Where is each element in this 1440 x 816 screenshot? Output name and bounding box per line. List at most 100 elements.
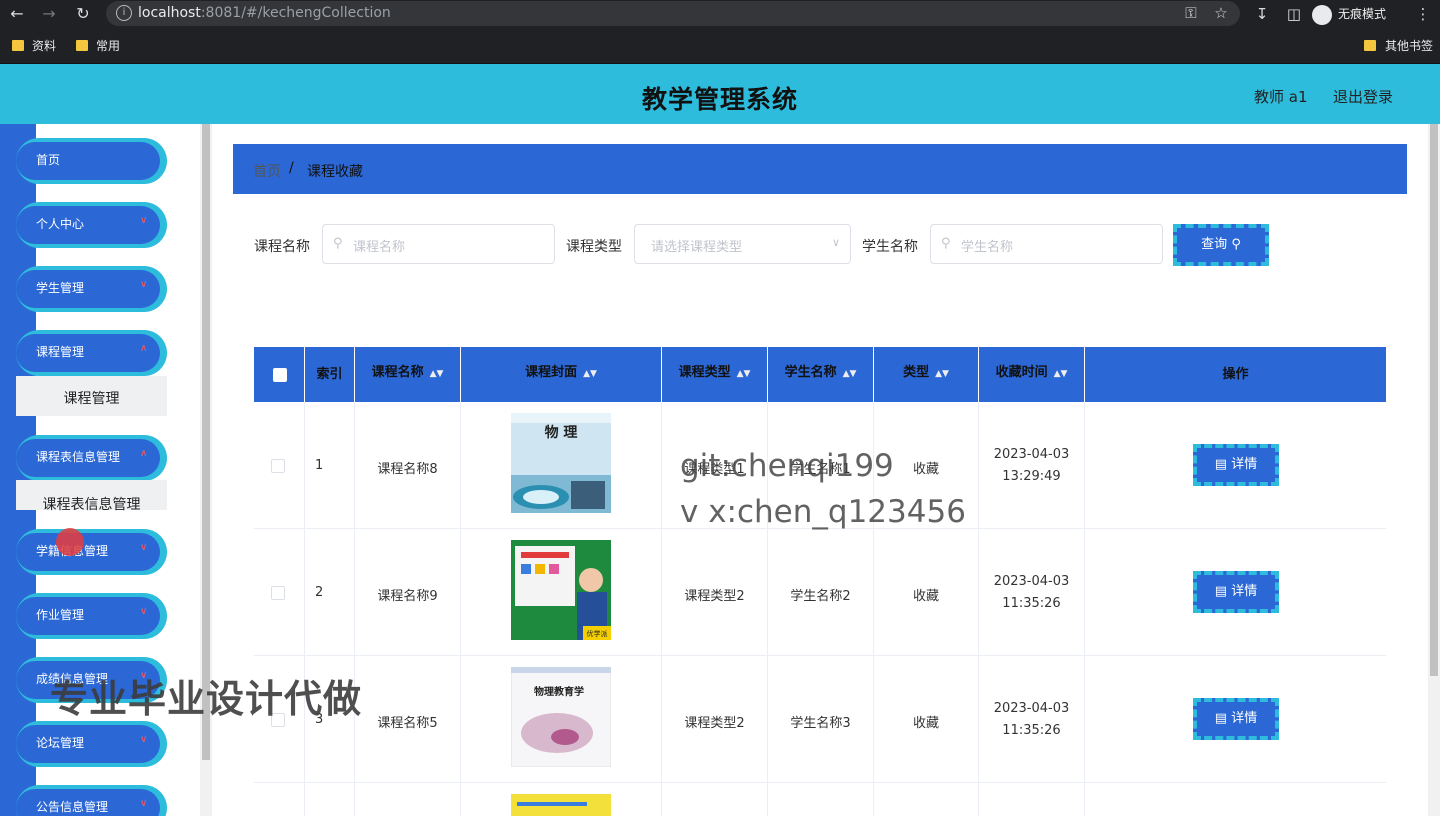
course-type-cell bbox=[662, 783, 768, 816]
column-header-type[interactable]: 类型 ▲▼ bbox=[874, 347, 979, 402]
submenu-timetable-management[interactable]: 课程表信息管理 bbox=[16, 480, 167, 513]
column-label: 收藏时间 bbox=[995, 365, 1048, 380]
star-icon[interactable]: ☆ bbox=[1210, 2, 1232, 24]
column-label: 学生名称 bbox=[784, 365, 837, 380]
actions-cell: ▤ 详情 bbox=[1085, 656, 1386, 783]
reload-icon[interactable]: ↻ bbox=[72, 3, 94, 25]
course-name-cell: 课程名称8 bbox=[355, 402, 461, 529]
search-icon: ⚲ bbox=[1231, 237, 1241, 252]
sidebar-item-label: 作业管理 bbox=[36, 608, 85, 622]
cover-cell: 优学派 bbox=[461, 529, 662, 656]
chevron-down-icon: ∨ bbox=[140, 279, 148, 290]
sort-icon[interactable]: ▲▼ bbox=[935, 369, 949, 379]
course-type: 课程类型2 bbox=[684, 716, 745, 731]
cover-cell: 物理教育学 bbox=[461, 656, 662, 783]
incognito-indicator[interactable]: 无痕模式 bbox=[1312, 3, 1386, 25]
table-row: 2 课程名称9 优学派 课程类型2 学生名称2 收藏 2023-04-03 11:… bbox=[254, 529, 1386, 656]
sidebar-item-label: 学生管理 bbox=[36, 281, 85, 295]
row-checkbox[interactable] bbox=[271, 459, 285, 473]
column-header-course-name[interactable]: 课程名称 ▲▼ bbox=[355, 347, 461, 402]
collection-date: 2023-04-03 bbox=[993, 701, 1070, 716]
chevron-up-icon: ∧ bbox=[140, 343, 148, 354]
detail-button[interactable]: ▤ 详情 bbox=[1193, 698, 1279, 740]
main-scrollbar[interactable] bbox=[1428, 124, 1440, 816]
sidebar-scroll-thumb[interactable] bbox=[202, 124, 210, 760]
sidebar-item-timetable[interactable]: 课程表信息管理 ∧ bbox=[16, 435, 167, 481]
column-header-time[interactable]: 收藏时间 ▲▼ bbox=[979, 347, 1085, 402]
row-checkbox[interactable] bbox=[271, 586, 285, 600]
info-icon[interactable]: i bbox=[116, 5, 132, 21]
sidebar-item-label: 课程管理 bbox=[36, 345, 85, 359]
folder-icon bbox=[76, 40, 88, 51]
course-name: 课程名称9 bbox=[377, 589, 438, 604]
column-label: 索引 bbox=[316, 367, 343, 382]
collection-type: 收藏 bbox=[912, 589, 939, 604]
time-cell: 2023-04-03 11:35:26 bbox=[979, 656, 1085, 783]
course-name-cell bbox=[355, 783, 461, 816]
main-scroll-thumb[interactable] bbox=[1430, 124, 1438, 676]
forward-icon[interactable]: → bbox=[38, 3, 60, 25]
detail-button[interactable]: ▤ 详情 bbox=[1193, 444, 1279, 486]
course-cover-image[interactable] bbox=[511, 794, 611, 816]
sidebar-item-students[interactable]: 学生管理 ∨ bbox=[16, 266, 167, 312]
sort-icon[interactable]: ▲▼ bbox=[843, 369, 857, 379]
sort-icon[interactable]: ▲▼ bbox=[737, 369, 751, 379]
index-cell bbox=[305, 783, 355, 816]
column-header-index: 索引 bbox=[305, 347, 355, 402]
sort-icon[interactable]: ▲▼ bbox=[583, 369, 597, 379]
chevron-down-icon: ∨ bbox=[831, 236, 840, 249]
course-type-select[interactable]: 请选择课程类型 ∨ bbox=[634, 224, 851, 264]
sidebar-item-profile[interactable]: 个人中心 ∨ bbox=[16, 202, 167, 248]
watermark-ad: 专业毕业设计代做 bbox=[50, 677, 363, 721]
key-icon[interactable]: ⚿ bbox=[1180, 2, 1202, 24]
sidepanel-icon[interactable]: ◫ bbox=[1283, 3, 1305, 25]
sort-icon[interactable]: ▲▼ bbox=[1054, 369, 1068, 379]
course-name: 课程名称5 bbox=[377, 716, 438, 731]
breadcrumb-home[interactable]: 首页 bbox=[253, 161, 281, 181]
type-cell: 收藏 bbox=[874, 529, 979, 656]
folder-icon bbox=[1364, 40, 1376, 51]
course-name-label: 课程名称 bbox=[254, 239, 310, 255]
sidebar-item-enrollment[interactable]: 学籍信息管理∨ bbox=[16, 529, 167, 575]
submenu-label: 课程表信息管理 bbox=[42, 497, 141, 513]
time-cell: 2023-04-03 13:29:49 bbox=[979, 402, 1085, 529]
column-header-student[interactable]: 学生名称 ▲▼ bbox=[768, 347, 874, 402]
collection-type: 收藏 bbox=[912, 716, 939, 731]
sidebar-item-notices[interactable]: 公告信息管理 ∨ bbox=[16, 785, 167, 816]
sort-icon[interactable]: ▲▼ bbox=[430, 369, 444, 379]
address-bar[interactable]: i localhost:8081/#/kechengCollection ⚿ ☆ bbox=[106, 1, 1240, 26]
course-type: 课程类型2 bbox=[684, 589, 745, 604]
student-name-input[interactable]: ⚲ 学生名称 bbox=[930, 224, 1163, 264]
select-all-checkbox[interactable] bbox=[273, 368, 287, 382]
back-icon[interactable]: ← bbox=[6, 3, 28, 25]
course-name-input[interactable]: ⚲ 课程名称 bbox=[322, 224, 555, 264]
search-button-label: 查询 bbox=[1201, 237, 1228, 252]
menu-icon[interactable]: ⋮ bbox=[1412, 3, 1434, 25]
course-type-cell: 课程类型2 bbox=[662, 529, 768, 656]
bookmark-folder-1[interactable]: 资料 bbox=[12, 38, 56, 54]
course-cover-image[interactable]: 优学派 bbox=[511, 540, 611, 640]
mouse-cursor-highlight bbox=[56, 528, 84, 556]
row-select-cell bbox=[254, 529, 305, 656]
search-button[interactable]: 查询 ⚲ bbox=[1173, 224, 1269, 266]
sidebar-item-label: 首页 bbox=[36, 153, 61, 167]
sidebar-item-forum[interactable]: 论坛管理 ∨ bbox=[16, 721, 167, 767]
detail-button[interactable]: ▤ 详情 bbox=[1193, 571, 1279, 613]
other-bookmarks[interactable]: 其他书签 bbox=[1364, 38, 1433, 54]
logout-link[interactable]: 退出登录 bbox=[1333, 86, 1393, 107]
course-cover-image[interactable]: 物理教育学 bbox=[511, 667, 611, 767]
download-icon[interactable]: ↧ bbox=[1251, 3, 1273, 25]
column-header-course-type[interactable]: 课程类型 ▲▼ bbox=[662, 347, 768, 402]
sidebar-item-home[interactable]: 首页 bbox=[16, 138, 167, 184]
student-name: 学生名称3 bbox=[790, 716, 851, 731]
sidebar-item-label: 公告信息管理 bbox=[36, 800, 109, 814]
sidebar-item-homework[interactable]: 作业管理 ∨ bbox=[16, 593, 167, 639]
submenu-course-management[interactable]: 课程管理 bbox=[16, 376, 167, 416]
chevron-down-icon: ∨ bbox=[140, 215, 148, 226]
student-name: 学生名称2 bbox=[790, 589, 851, 604]
column-header-cover[interactable]: 课程封面 ▲▼ bbox=[461, 347, 662, 402]
chevron-down-icon: ∨ bbox=[140, 542, 148, 553]
bookmark-folder-2[interactable]: 常用 bbox=[76, 38, 120, 54]
course-cover-image[interactable]: 物 理 bbox=[511, 413, 611, 513]
sidebar-item-courses[interactable]: 课程管理 ∧ bbox=[16, 330, 167, 376]
